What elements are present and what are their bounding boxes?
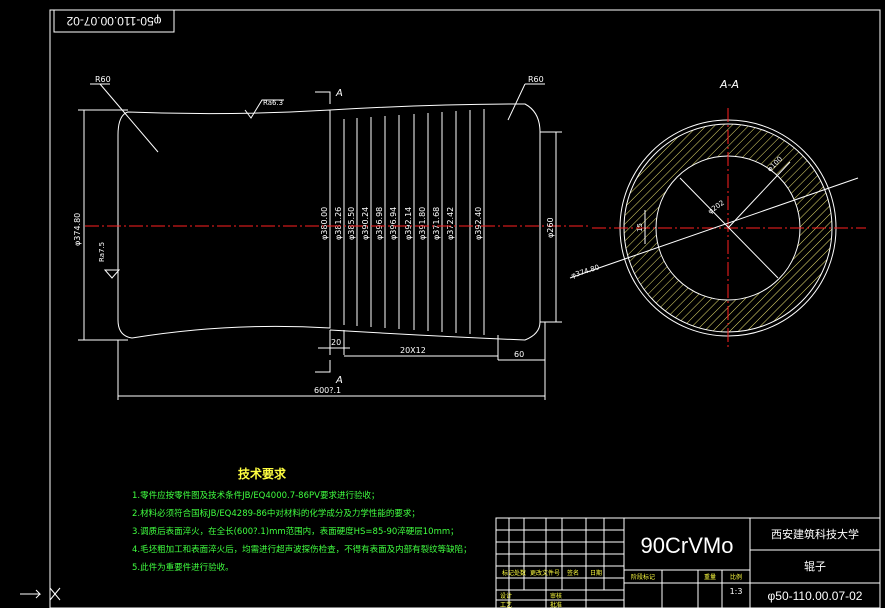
section-view-title: A-A [719, 78, 739, 91]
station-label: φ381.26 [334, 207, 343, 240]
surface-finish-left: Ra7.5 [98, 242, 106, 262]
tech-req-item: 5.此件为重要件进行验收。 [132, 562, 234, 573]
station-label: φ396.94 [389, 207, 398, 240]
section-cut-bottom [315, 360, 331, 373]
station-label: φ380.00 [320, 207, 329, 240]
section-outer-label: φ374.80 [570, 263, 600, 280]
rev-header: 更改文件号 [530, 569, 560, 577]
rev-header: 标记 [502, 569, 514, 577]
tech-req-item: 2.材料必须符合国标JB/EQ4289-86中对材料的化学成分及力学性能的要求； [132, 508, 420, 519]
radius-label-left: R60 [95, 75, 111, 84]
step-width-label: 20 [331, 338, 341, 347]
signoff-label: 设计 [500, 592, 512, 600]
pitch-label: 20X12 [400, 346, 426, 355]
surface-finish-left-icon [103, 269, 121, 279]
section-key-label: 15 [636, 223, 644, 232]
signoff-label: 批准 [550, 601, 562, 608]
tech-req-item: 3.调质后表面淬火，在全长(600?.1)mm范围内，表面硬度HS=85-90淬… [132, 526, 459, 537]
ucs-icon [20, 587, 61, 601]
left-height-label: φ374.80 [73, 213, 82, 246]
title-school: 西安建筑科技大学 [771, 527, 859, 541]
title-material: 90CrVMo [641, 533, 734, 558]
rev-header: 签名 [567, 569, 579, 577]
radius-label-right: R60 [528, 75, 544, 84]
title-part-name: 辊子 [804, 559, 826, 573]
station-label: φ371.68 [432, 207, 441, 240]
end-width-label: 60 [514, 350, 524, 359]
tech-req-title: 技术要求 [238, 466, 287, 481]
section-cut-label-bottom: A [335, 375, 343, 386]
meta-label: 阶段标记 [631, 573, 655, 581]
signoff-label: 工艺 [500, 601, 512, 608]
tech-req-item: 1.零件应按零件图及技术条件JB/EQ4000.7-86PV要求进行验收； [132, 490, 379, 501]
station-label: φ392.40 [474, 207, 483, 240]
surface-finish-top: Ra6.3 [263, 99, 283, 107]
radius-leader-left [99, 83, 159, 153]
station-label: φ391.80 [418, 207, 427, 240]
section-cut-top [315, 91, 331, 104]
radius-leader-right [507, 83, 526, 121]
section-cut-label-top: A [335, 88, 343, 99]
meta-label: 比例 [730, 573, 742, 581]
total-length-label: 600?.1 [314, 386, 341, 395]
right-height-label: φ260 [546, 217, 555, 238]
station-label: φ390.24 [361, 207, 370, 240]
station-label: φ385.50 [347, 207, 356, 240]
rotated-drawing-number: φ50-110.00.07-02 [66, 14, 161, 28]
rev-header: 日期 [590, 569, 602, 577]
meta-label: 重量 [704, 573, 716, 581]
rev-header: 处数 [514, 569, 526, 577]
cad-drawing: φ50-110.00.07-02 φ380.00 φ381.26 φ385.50… [20, 9, 881, 608]
tech-req-item: 4.毛坯粗加工和表面淬火后，均需进行超声波探伤检查，不得有表面及内部有裂纹等缺陷… [132, 544, 472, 555]
station-label: φ372.42 [446, 207, 455, 240]
title-drawing-number: φ50-110.00.07-02 [768, 589, 863, 603]
station-label: φ396.98 [375, 207, 384, 240]
station-label: φ392.14 [404, 207, 413, 240]
left-height-dim [78, 109, 128, 341]
title-scale: 1:3 [730, 587, 743, 596]
signoff-label: 审核 [550, 592, 562, 600]
